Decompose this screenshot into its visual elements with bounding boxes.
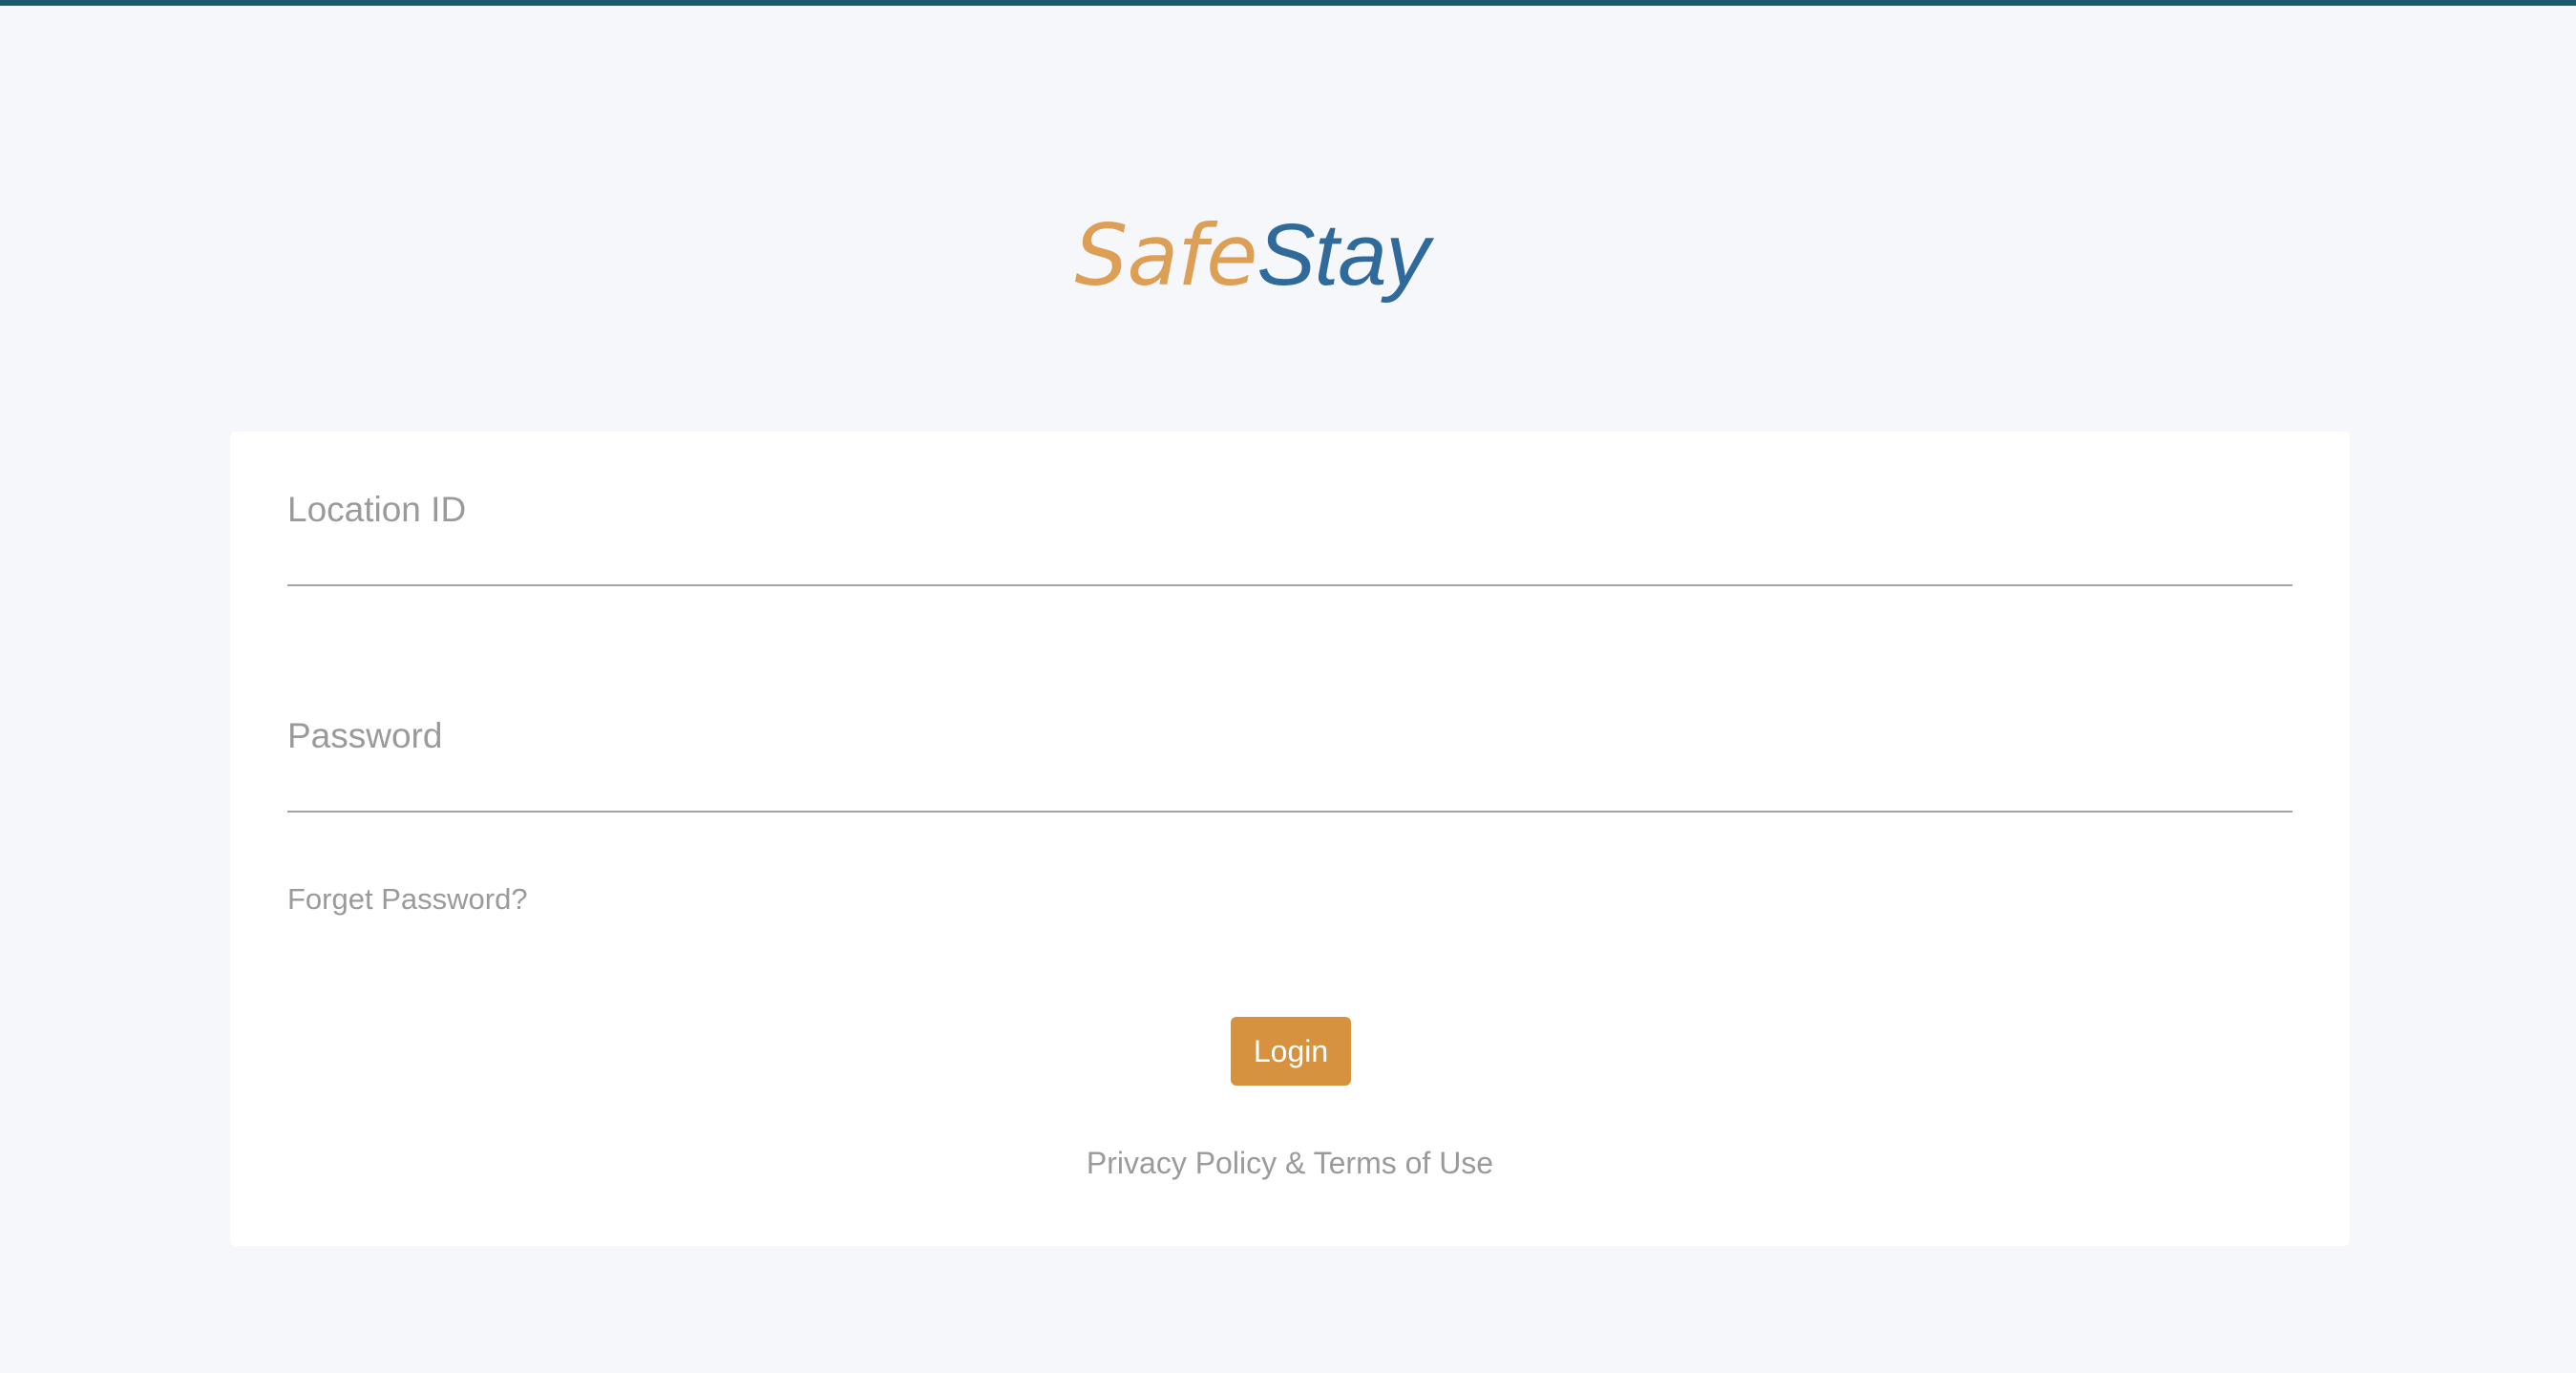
- logo-stay-text: Stay: [1256, 206, 1429, 304]
- password-label: Password: [287, 716, 443, 755]
- logo-safe-text: Safe: [1074, 206, 1258, 305]
- password-input[interactable]: [287, 763, 2292, 813]
- location-id-input[interactable]: [287, 537, 2292, 586]
- login-button[interactable]: Login: [1231, 1017, 1351, 1086]
- forgot-password-link[interactable]: Forget Password?: [287, 882, 528, 917]
- top-accent-bar: [0, 0, 2576, 6]
- safestay-logo: SafeStay: [0, 202, 2540, 307]
- location-id-label: Location ID: [287, 490, 467, 529]
- login-card: Location ID Password Forget Password? Lo…: [230, 432, 2350, 1246]
- privacy-terms-link[interactable]: Privacy Policy & Terms of Use: [230, 1146, 2350, 1181]
